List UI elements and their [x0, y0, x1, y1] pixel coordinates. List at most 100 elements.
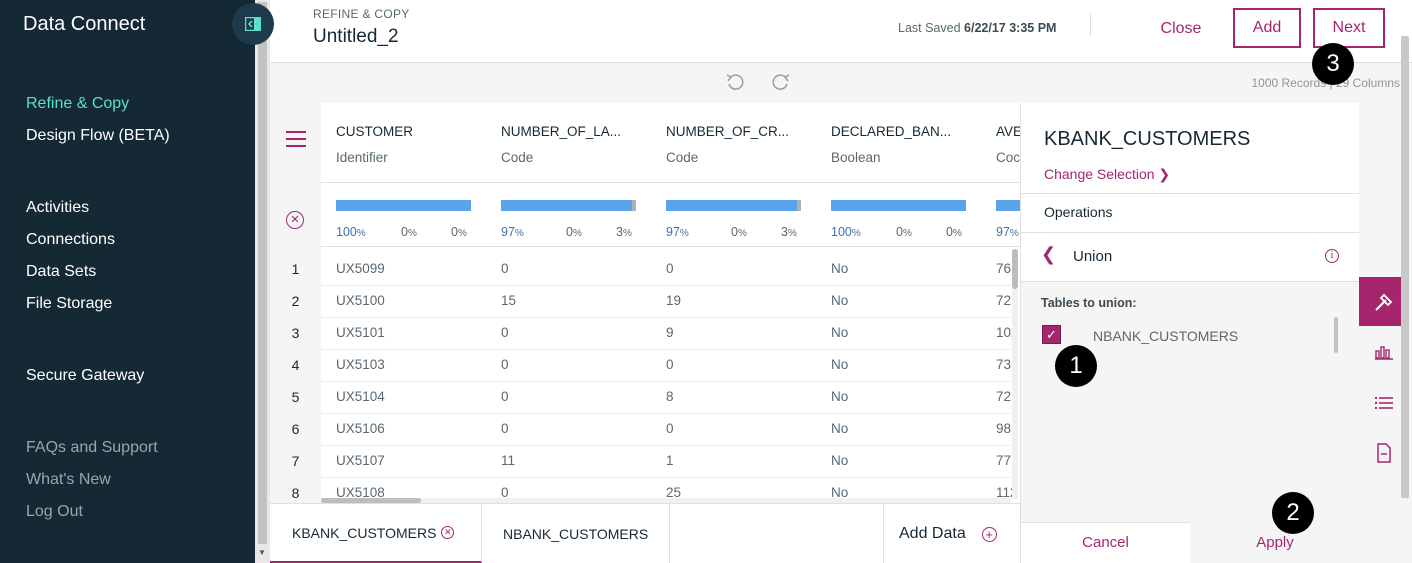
tab-nbank-customers[interactable]: NBANK_CUSTOMERS — [482, 504, 670, 563]
add-button[interactable]: Add — [1233, 8, 1301, 48]
side-nav: Data Connect Refine & Copy Design Flow (… — [0, 0, 255, 563]
next-button[interactable]: Next — [1313, 8, 1385, 48]
table-cell[interactable]: UX5103 — [336, 357, 385, 372]
column-header[interactable]: DECLARED_BAN... Boolean — [816, 103, 981, 183]
change-selection-link[interactable]: Change Selection ❯ — [1044, 166, 1170, 183]
table-cell[interactable]: 0 — [501, 421, 509, 436]
last-saved-label: Last Saved — [898, 21, 961, 35]
table-cell[interactable]: 76 — [996, 261, 1011, 276]
valid-percent: 100% — [831, 225, 861, 239]
quality-bar — [666, 200, 801, 211]
row-divider — [321, 285, 1011, 286]
table-cell[interactable]: UX5099 — [336, 261, 385, 276]
add-data-button[interactable]: Add Data + — [883, 504, 1020, 563]
table-cell[interactable]: 15 — [501, 293, 516, 308]
nav-item-refine-copy[interactable]: Refine & Copy — [26, 95, 129, 113]
table-cell[interactable]: 0 — [501, 357, 509, 372]
callout-marker: 3 — [1312, 43, 1354, 85]
table-cell[interactable]: No — [831, 453, 848, 468]
page-scrollbar[interactable] — [1401, 36, 1409, 498]
nav-item-secure-gateway[interactable]: Secure Gateway — [26, 367, 144, 385]
row-divider — [321, 477, 1011, 478]
tab-kbank-customers[interactable]: KBANK_CUSTOMERS ✕ — [270, 504, 482, 563]
hamburger-menu-icon[interactable] — [286, 131, 306, 147]
table-cell[interactable]: 11 — [501, 453, 515, 468]
table-cell[interactable]: 0 — [666, 357, 674, 372]
column-header[interactable]: AVE Coc — [981, 103, 1020, 183]
table-option-label[interactable]: NBANK_CUSTOMERS — [1093, 328, 1238, 344]
nav-item-file-storage[interactable]: File Storage — [26, 295, 112, 313]
table-cell[interactable]: 72 — [996, 389, 1011, 404]
page-title[interactable]: Untitled_2 — [313, 26, 399, 48]
table-cell[interactable]: 77 — [996, 453, 1011, 468]
table-cell[interactable]: No — [831, 293, 848, 308]
table-cell[interactable]: No — [831, 261, 848, 276]
info-icon[interactable]: i — [1325, 249, 1339, 263]
nav-scroll-thumb[interactable] — [258, 2, 267, 544]
nav-item-activities[interactable]: Activities — [26, 199, 89, 217]
close-tab-icon[interactable]: ✕ — [441, 526, 455, 539]
undo-icon[interactable] — [725, 73, 745, 97]
table-cell[interactable]: No — [831, 357, 848, 372]
column-header[interactable]: CUSTOMER Identifier — [321, 103, 486, 183]
table-cell[interactable]: UX5101 — [336, 325, 385, 340]
valid-percent: 97% — [501, 225, 524, 239]
page-kicker: REFINE & COPY — [313, 7, 410, 21]
scroll-thumb[interactable] — [1012, 249, 1018, 289]
table-cell[interactable]: No — [831, 421, 848, 436]
column-name: CUSTOMER — [336, 124, 414, 139]
nav-item-design-flow[interactable]: Design Flow (BETA) — [26, 127, 170, 145]
table-cell[interactable]: UX5106 — [336, 421, 385, 436]
row-number: 3 — [291, 325, 300, 341]
table-cell[interactable]: 72 — [996, 293, 1011, 308]
nav-item-whats-new[interactable]: What's New — [26, 471, 111, 489]
table-cell[interactable]: 1 — [666, 453, 674, 468]
operations-label: Operations — [1044, 204, 1113, 220]
invalid-percent: 0% — [896, 225, 912, 239]
table-cell[interactable]: UX5107 — [336, 453, 385, 468]
column-type: Code — [666, 150, 699, 165]
nav-item-connections[interactable]: Connections — [26, 231, 115, 249]
nav-item-log-out[interactable]: Log Out — [26, 503, 83, 521]
table-cell[interactable]: 8 — [666, 389, 674, 404]
quality-bar — [831, 200, 966, 211]
row-divider — [321, 413, 1011, 414]
column-name: DECLARED_BAN... — [831, 124, 952, 139]
nav-item-faqs[interactable]: FAQs and Support — [26, 439, 158, 457]
table-checkbox[interactable]: ✓ — [1042, 325, 1061, 344]
table-cell[interactable]: 98 — [996, 421, 1011, 436]
cancel-button[interactable]: Cancel — [1021, 522, 1190, 563]
missing-percent: 0% — [451, 225, 467, 239]
table-cell[interactable]: 9 — [666, 325, 674, 340]
close-button[interactable]: Close — [1143, 10, 1219, 47]
change-selection-label: Change Selection — [1044, 166, 1155, 182]
column-header[interactable]: NUMBER_OF_LA... Code — [486, 103, 651, 183]
options-scrollbar[interactable] — [1334, 317, 1338, 353]
nav-item-data-sets[interactable]: Data Sets — [26, 263, 96, 281]
clear-filter-icon[interactable]: ✕ — [286, 211, 304, 229]
nav-scrollbar[interactable]: ▼ — [255, 0, 270, 563]
grid-vertical-scrollbar[interactable] — [1012, 249, 1018, 499]
table-cell[interactable]: 0 — [501, 325, 509, 340]
table-cell[interactable]: UX5104 — [336, 389, 385, 404]
redo-icon[interactable] — [771, 73, 791, 97]
apply-button[interactable]: Apply — [1190, 522, 1360, 563]
table-cell[interactable]: UX5100 — [336, 293, 385, 308]
back-chevron-icon[interactable]: ❮ — [1041, 244, 1056, 265]
table-cell[interactable]: 0 — [501, 389, 509, 404]
union-options: Tables to union: ✓ NBANK_CUSTOMERS — [1021, 282, 1360, 522]
table-cell[interactable]: 0 — [666, 421, 674, 436]
callout-marker: 2 — [1272, 492, 1314, 534]
table-cell[interactable]: No — [831, 389, 848, 404]
table-cell[interactable]: 0 — [666, 261, 674, 276]
row-divider — [321, 349, 1011, 350]
collapse-nav-button[interactable] — [232, 3, 274, 45]
table-cell[interactable]: 0 — [501, 261, 509, 276]
scroll-down-arrow-icon[interactable]: ▼ — [258, 548, 266, 557]
column-header[interactable]: NUMBER_OF_CR... Code — [651, 103, 816, 183]
table-cell[interactable]: 19 — [666, 293, 681, 308]
table-cell[interactable]: 73 — [996, 357, 1011, 372]
bar-chart-icon — [1375, 346, 1393, 360]
row-number: 8 — [291, 485, 300, 501]
table-cell[interactable]: No — [831, 325, 848, 340]
